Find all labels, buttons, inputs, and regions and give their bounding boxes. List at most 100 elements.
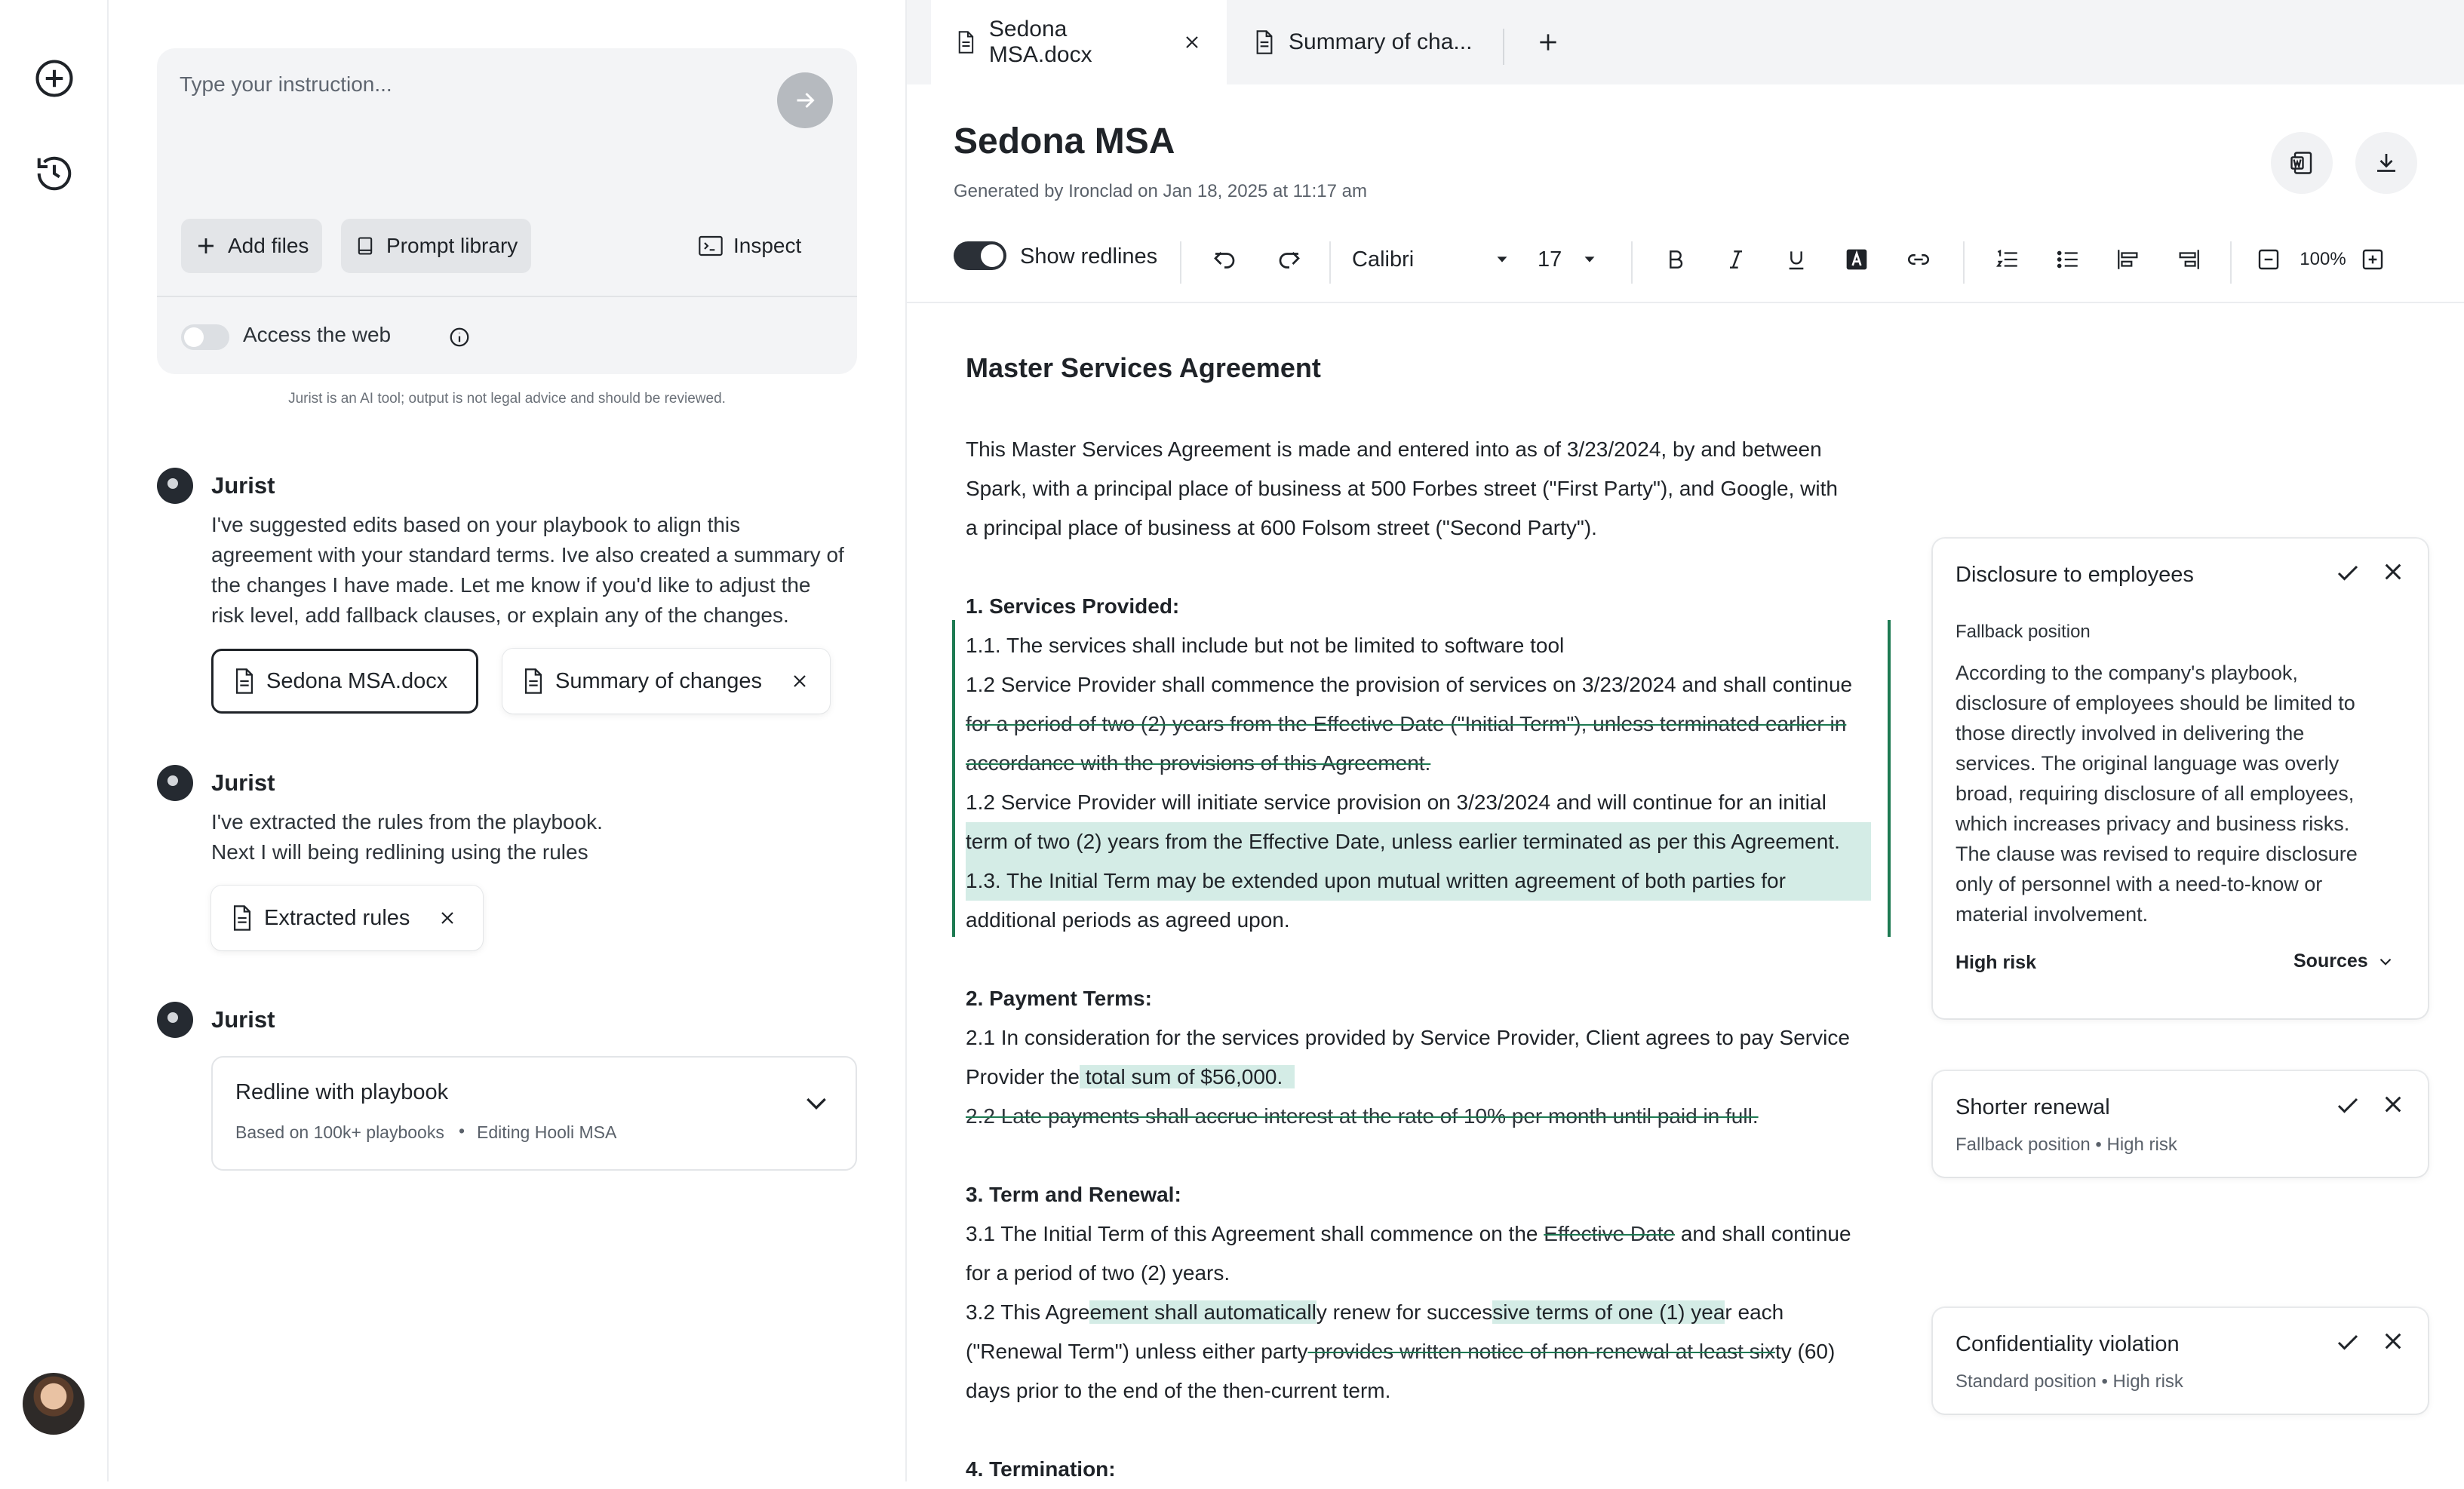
align-right-button[interactable] [2168, 237, 2209, 282]
plus-circle-icon [35, 60, 73, 97]
inspect-label: Inspect [733, 234, 802, 257]
clause-line: additional periods as agreed upon. [966, 908, 1290, 932]
attachment-sedona-msa[interactable]: Sedona MSA.docx [211, 649, 478, 714]
toolbar-separator [2230, 241, 2232, 284]
message-header: Jurist [157, 1002, 275, 1038]
sender-name: Jurist [211, 472, 275, 499]
message-line: the changes I have made. Let me know if … [211, 573, 811, 597]
agreement-heading: Master Services Agreement [966, 352, 1321, 383]
inserted-text: 1.3. The Initial Term may be extended up… [966, 861, 1871, 901]
composer: Add files Prompt library Inspect Access … [157, 48, 857, 374]
close-icon[interactable] [791, 672, 809, 690]
attachment-label: Summary of changes [555, 668, 763, 693]
info-icon[interactable] [448, 326, 471, 348]
zoom-out-button[interactable] [2253, 237, 2284, 282]
numbered-list-button[interactable] [1987, 237, 2028, 282]
jurist-avatar [157, 468, 193, 504]
align-right-icon [2179, 250, 2199, 269]
clause-text: 3.1 The Initial Term of this Agreement s… [966, 1222, 1544, 1245]
deleted-text: accordance with the provisions of this A… [966, 751, 1431, 775]
prompt-library-label: Prompt library [386, 234, 518, 257]
instruction-input[interactable] [178, 71, 770, 202]
redline-playbook-card[interactable]: Redline with playbook Based on 100k+ pla… [211, 1056, 857, 1171]
sources-dropdown[interactable]: Sources [2293, 950, 2395, 972]
risk-badge: High risk [1956, 952, 2036, 973]
close-icon[interactable] [438, 909, 456, 927]
check-icon[interactable] [2334, 1092, 2361, 1119]
word-icon [2290, 152, 2312, 174]
clause-text: r each [1725, 1300, 1784, 1324]
access-web-toggle[interactable] [181, 324, 229, 350]
link-button[interactable] [1898, 237, 1939, 282]
comment-actions [2334, 560, 2405, 587]
attachment-extracted-rules[interactable]: Extracted rules [211, 886, 483, 950]
comment-line: services. The original language was over… [1956, 752, 2340, 775]
comment-card-shorter-renewal[interactable]: Shorter renewal Fallback position • High… [1933, 1071, 2428, 1177]
comment-title: Disclosure to employees [1956, 563, 2194, 587]
document-icon [235, 668, 253, 694]
close-icon[interactable] [2381, 560, 2405, 587]
zoom-level: 100% [2300, 249, 2346, 269]
comment-actions [2334, 1329, 2405, 1356]
comment-position-label: Fallback position [1956, 622, 2091, 642]
attachment-summary-of-changes[interactable]: Summary of changes [502, 649, 830, 714]
add-files-button[interactable]: Add files [181, 219, 323, 273]
align-left-button[interactable] [2108, 237, 2149, 282]
chevron-down-icon[interactable] [801, 1088, 831, 1118]
check-icon[interactable] [2334, 1329, 2361, 1356]
message-line: risk level, add fallback clauses, or exp… [211, 603, 789, 627]
prompt-library-button[interactable]: Prompt library [341, 219, 532, 273]
attachment-label: Extracted rules [264, 905, 410, 930]
clause-line: 1.1. The services shall include but not … [966, 634, 1565, 657]
document-body: Master Services Agreement This Master Se… [966, 0, 1886, 1481]
risk-label: High risk [2112, 1371, 2183, 1392]
history-button[interactable] [30, 149, 78, 198]
clause-text: ty (60) [1774, 1340, 1836, 1363]
inspect-button[interactable]: Inspect [685, 219, 815, 273]
comment-line: broad, requiring disclosure of all emplo… [1956, 782, 2355, 805]
add-files-label: Add files [228, 234, 309, 257]
jurist-avatar [157, 1002, 193, 1038]
risk-label: High risk [2106, 1134, 2177, 1155]
change-bar [952, 620, 955, 937]
plus-icon [198, 238, 214, 253]
document-icon [233, 905, 251, 931]
bullet-list-icon [2057, 250, 2078, 269]
comment-card-confidentiality[interactable]: Confidentiality violation Standard posit… [1933, 1308, 2428, 1414]
comment-line: those directly involved in delivering th… [1956, 722, 2305, 744]
plus-box-icon [2362, 249, 2383, 270]
clause-line: for a period of two (2) years. [966, 1261, 1230, 1285]
section-heading: 3. Term and Renewal: [966, 1183, 1181, 1206]
bullet-list-button[interactable] [2048, 237, 2088, 282]
message-text: I've extracted the rules from the playbo… [211, 807, 603, 867]
clause-line: Provider the total sum of $56,000. [966, 1058, 1295, 1097]
clause-text: ("Renewal Term") unless either party [966, 1340, 1308, 1363]
zoom-in-button[interactable] [2357, 237, 2389, 282]
book-icon [358, 237, 373, 255]
check-icon[interactable] [2334, 560, 2361, 587]
close-icon[interactable] [2381, 1329, 2405, 1356]
new-chat-button[interactable] [30, 54, 78, 103]
toolbar-separator [1963, 241, 1965, 284]
download-button[interactable] [2355, 132, 2417, 194]
jurist-avatar [157, 765, 193, 801]
section-heading: 1. Services Provided: [966, 594, 1180, 618]
word-export-button[interactable] [2271, 132, 2333, 194]
intro-line: a principal place of business at 600 Fol… [966, 516, 1597, 539]
comment-actions [2334, 1092, 2405, 1119]
sender-name: Jurist [211, 1006, 275, 1033]
comment-line: which increases privacy and business ris… [1956, 812, 2350, 835]
comment-card-disclosure[interactable]: Disclosure to employees Fallback positio… [1933, 539, 2428, 1018]
close-icon[interactable] [2381, 1092, 2405, 1119]
align-left-icon [2118, 250, 2138, 269]
comment-line: According to the company's playbook, [1956, 662, 2298, 684]
position-label: Fallback position [1956, 1134, 2091, 1155]
comment-meta: Fallback position • High risk [1956, 1134, 2177, 1155]
inserted-text: total sum of $56,000. [1079, 1065, 1295, 1088]
sources-label: Sources [2293, 950, 2368, 972]
send-button[interactable] [777, 72, 833, 128]
user-avatar[interactable] [23, 1373, 84, 1435]
deleted-text: Effective Date [1544, 1222, 1676, 1245]
redline-card-title: Redline with playbook [235, 1080, 449, 1104]
intro-line: This Master Services Agreement is made a… [966, 437, 1822, 461]
